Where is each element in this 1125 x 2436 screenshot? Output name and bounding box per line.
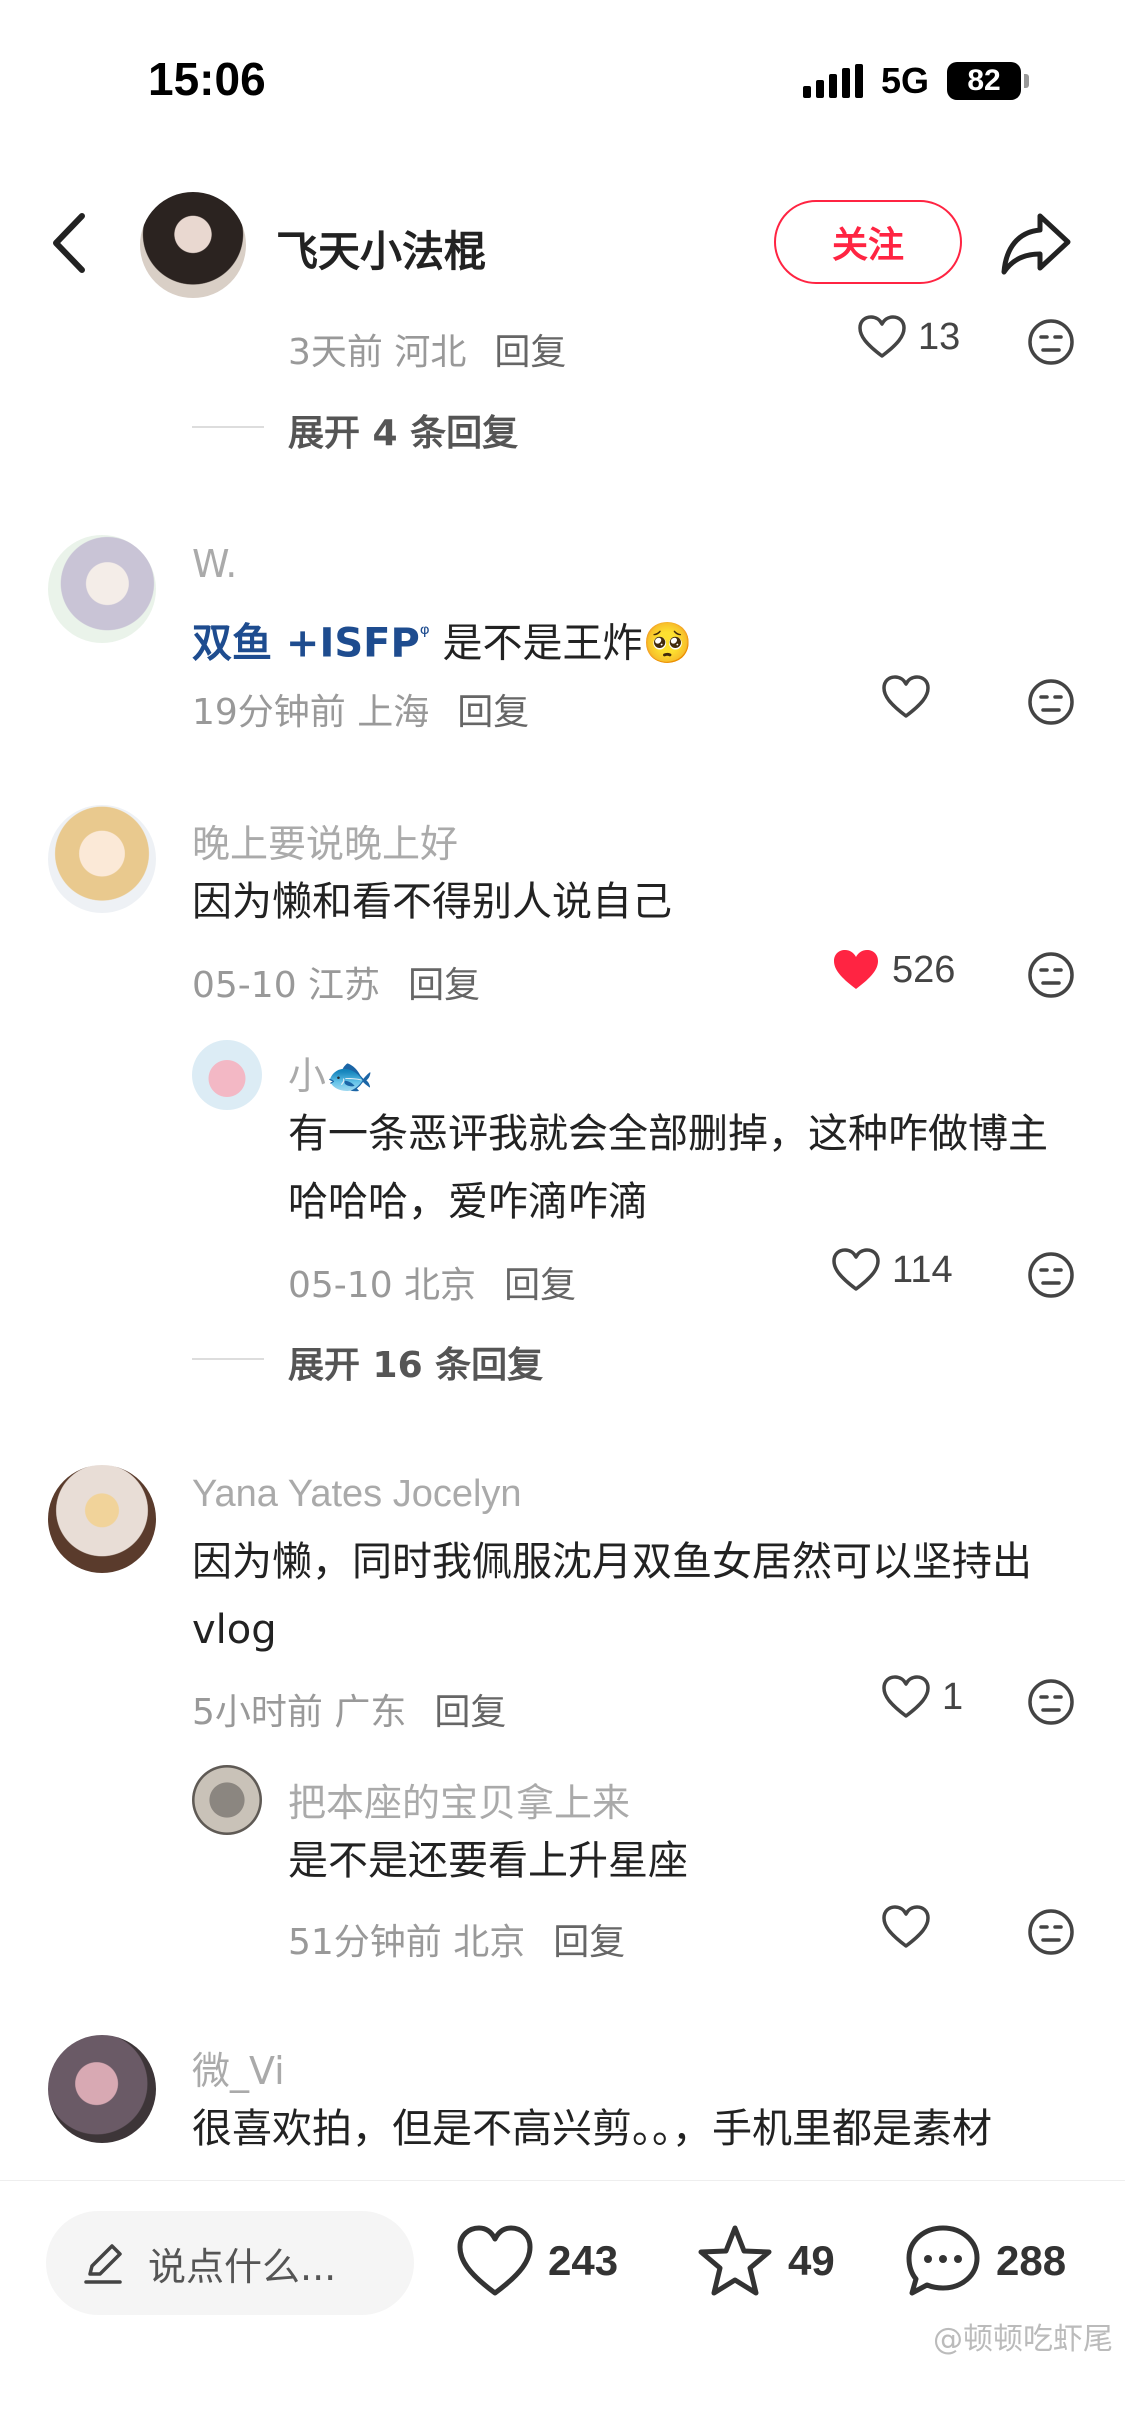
like-count: 526	[892, 948, 956, 991]
like-count: 114	[892, 1248, 953, 1291]
comment-time-location: 05-10 江苏	[192, 965, 381, 1006]
heart-icon	[457, 2225, 533, 2296]
replier-name[interactable]: 把本座的宝贝拿上来	[288, 1772, 630, 1827]
heart-icon	[882, 675, 930, 718]
commenter-avatar[interactable]	[48, 1465, 156, 1573]
comment-input-placeholder: 说点什么...	[148, 2244, 337, 2289]
author-avatar[interactable]	[140, 192, 246, 298]
like-button[interactable]: 1	[882, 1675, 963, 1719]
reply-text: 有一条恶评我就会全部删掉，这种咋做博主哈哈哈，爱咋滴咋滴	[288, 1111, 1048, 1225]
post-header: 飞天小法棍 关注	[0, 180, 1125, 310]
author-name[interactable]: 飞天小法棍	[276, 218, 486, 279]
share-button[interactable]	[1000, 208, 1074, 278]
post-collect-button[interactable]: 49	[696, 2223, 835, 2299]
like-button[interactable]: 114	[832, 1248, 953, 1292]
like-count: 13	[918, 315, 961, 358]
dislike-face-icon[interactable]	[1026, 1907, 1076, 1957]
status-time: 15:06	[148, 53, 266, 105]
heart-icon	[858, 315, 906, 358]
reply-meta: 51分钟前 北京 回复	[0, 1905, 1125, 1965]
comment-text: 因为懒和看不得别人说自己	[192, 879, 672, 925]
comment-text: 双鱼 +ISFPᵠ 是不是王炸🥺	[192, 620, 693, 667]
heart-filled-icon	[834, 950, 878, 989]
comment-text: 因为懒，同时我佩服沈月双鱼女居然可以坚持出vlog	[192, 1539, 1032, 1653]
reply-meta: 05-10 北京 回复 114	[0, 1248, 1125, 1308]
comment-meta: 5小时前 广东 回复 1	[0, 1675, 1125, 1735]
reply-button[interactable]: 回复	[457, 692, 529, 733]
heart-icon	[882, 1905, 930, 1948]
dislike-face-icon[interactable]	[1026, 950, 1076, 1000]
commenter-avatar[interactable]	[48, 2035, 156, 2143]
status-indicators: 5G 82	[802, 60, 1029, 102]
like-count: 1	[942, 1675, 964, 1718]
replier-avatar[interactable]	[192, 1765, 262, 1835]
commenter-avatar[interactable]	[48, 535, 156, 643]
reply-button[interactable]: 回复	[408, 965, 480, 1006]
network-type: 5G	[880, 60, 929, 101]
reply-text: 是不是还要看上升星座	[288, 1838, 688, 1884]
comment-meta: 3天前 河北 回复 13	[0, 315, 1125, 375]
comment-time-location: 19分钟前 上海	[192, 692, 430, 733]
commenter-avatar[interactable]	[48, 805, 156, 913]
bottom-action-bar: 说点什么... 243 49 288 @顿顿吃虾尾	[0, 2180, 1125, 2376]
reply-button[interactable]: 回复	[434, 1692, 506, 1733]
comment-meta: 19分钟前 上海 回复	[0, 675, 1125, 735]
reply-time-location: 05-10 北京	[288, 1265, 477, 1306]
like-button[interactable]	[882, 675, 930, 719]
divider-line	[192, 426, 264, 428]
comment-bubble-icon	[906, 2225, 980, 2296]
replier-name[interactable]: 小🐟	[288, 1045, 373, 1100]
dislike-face-icon[interactable]	[1026, 317, 1076, 367]
comment-text: 很喜欢拍，但是不高兴剪。。，手机里都是素材	[192, 2106, 992, 2152]
reply-button[interactable]: 回复	[504, 1265, 576, 1306]
post-comment-count: 288	[996, 2237, 1067, 2284]
comment-time-location: 5小时前 广东	[192, 1692, 407, 1733]
commenter-name[interactable]: W.	[192, 542, 237, 586]
watermark: @顿顿吃虾尾	[933, 2322, 1113, 2357]
like-button[interactable]: 526	[832, 948, 955, 992]
chevron-left-icon	[53, 213, 85, 273]
status-bar: 15:06 5G 82	[0, 0, 1125, 160]
post-like-button[interactable]: 243	[456, 2223, 618, 2299]
heart-icon	[832, 1248, 880, 1291]
share-arrow-icon	[1001, 213, 1071, 275]
back-button[interactable]	[42, 208, 102, 278]
reply-time-location: 51分钟前 北京	[288, 1922, 526, 1963]
commenter-name[interactable]: 晚上要说晚上好	[192, 813, 458, 868]
post-comment-button[interactable]: 288	[904, 2223, 1066, 2299]
reply-button[interactable]: 回复	[494, 332, 566, 373]
dislike-face-icon[interactable]	[1026, 1250, 1076, 1300]
signal-icon	[802, 64, 863, 98]
heart-icon	[882, 1675, 930, 1718]
search-icon: ᵠ	[419, 620, 430, 648]
commenter-name[interactable]: Yana Yates Jocelyn	[192, 1473, 522, 1516]
topic-tag[interactable]: 双鱼 +ISFP	[192, 620, 420, 666]
dislike-face-icon[interactable]	[1026, 677, 1076, 727]
pen-icon	[84, 2244, 122, 2284]
commenter-name[interactable]: 微_Vi	[192, 2040, 285, 2095]
dislike-face-icon[interactable]	[1026, 1677, 1076, 1727]
post-collect-count: 49	[788, 2237, 835, 2284]
comment-list[interactable]: 3天前 河北 回复 13 展开 4 条回复 W. 双鱼 +ISFPᵠ 是不是王炸🥺…	[0, 300, 1125, 2180]
comment-input[interactable]: 说点什么...	[46, 2211, 414, 2315]
replier-avatar[interactable]	[192, 1040, 262, 1110]
star-icon	[698, 2225, 772, 2296]
post-like-count: 243	[548, 2237, 619, 2284]
crying-emoji: 🥺	[642, 620, 693, 667]
battery-icon: 82	[947, 62, 1029, 100]
comment-time-location: 3天前 河北	[288, 332, 467, 373]
like-button[interactable]	[882, 1905, 930, 1949]
divider-line	[192, 1358, 264, 1360]
reply-button[interactable]: 回复	[553, 1922, 625, 1963]
follow-button[interactable]: 关注	[774, 200, 962, 284]
like-button[interactable]: 13	[858, 315, 960, 359]
comment-meta: 05-10 江苏 回复 526	[0, 948, 1125, 1008]
